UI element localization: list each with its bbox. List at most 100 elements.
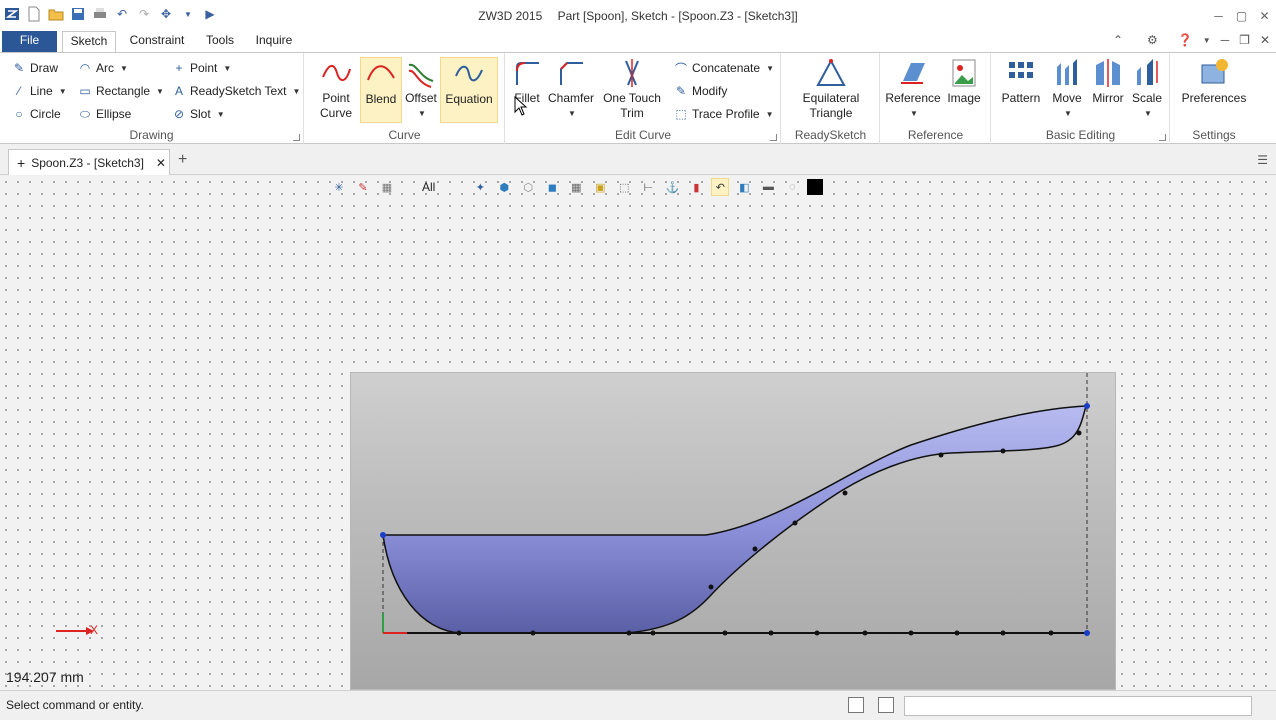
reference-image[interactable] [350, 372, 1116, 690]
render-mode-icon[interactable]: ⬢ [495, 178, 513, 196]
tab-inquire[interactable]: Inquire [248, 31, 300, 52]
view-plane-icon[interactable]: ◼ [543, 178, 561, 196]
equation-button[interactable]: Equation [440, 57, 498, 123]
move-dropdown-icon[interactable]: ▼ [1048, 106, 1088, 121]
status-message: Select command or entity. [6, 698, 144, 712]
document-tab[interactable]: + Spoon.Z3 - [Sketch3] ✕ [8, 149, 170, 175]
image-button[interactable]: Image [943, 57, 985, 106]
selection-icon[interactable]: ◌ [783, 178, 801, 196]
minimize-icon[interactable]: ─ [1207, 0, 1230, 31]
status-bar: Select command or entity. [0, 690, 1276, 720]
group-edit-curve-label: Edit Curve [614, 128, 672, 142]
doc-restore-icon[interactable]: ❐ [1239, 33, 1250, 47]
line-button[interactable]: ⁄ Line ▼ [12, 84, 67, 98]
command-panel-icon[interactable] [848, 697, 864, 713]
display-icon[interactable]: ▬ [759, 178, 777, 196]
tab-tools[interactable]: Tools [198, 31, 242, 52]
zoom-all-icon[interactable]: ▣ [591, 178, 609, 196]
offset-button[interactable]: Offset ▼ [403, 57, 439, 121]
layer-icon[interactable]: ◧ [735, 178, 753, 196]
help-dropdown-icon[interactable]: ▼ [1203, 36, 1211, 45]
equilateral-triangle-button[interactable]: Equilateral Triangle [788, 57, 874, 121]
readysketch-text-button[interactable]: A ReadySketch Text ▼ [172, 84, 300, 98]
eraser-icon[interactable]: ✎ [354, 178, 372, 196]
spoon-shape [382, 405, 1088, 634]
draw-button[interactable]: ✎ Draw [12, 61, 58, 75]
scale-button[interactable]: Scale ▼ [1128, 57, 1166, 121]
modify-button[interactable]: ✎ Modify [674, 84, 727, 98]
close-tab-icon[interactable]: ✕ [156, 156, 166, 170]
start-point [380, 532, 386, 538]
image-icon [952, 59, 976, 87]
rectangle-dropdown-icon[interactable]: ▼ [156, 87, 164, 96]
add-tab-icon[interactable]: + [178, 151, 187, 169]
pattern-button[interactable]: Pattern [996, 57, 1046, 106]
end-point [1084, 403, 1090, 409]
history-panel-icon[interactable] [878, 697, 894, 713]
line-dropdown-icon[interactable]: ▼ [59, 87, 67, 96]
circle-icon: ○ [15, 107, 23, 121]
curve-display-icon[interactable]: ↶ [711, 178, 730, 196]
preferences-button[interactable]: Preferences [1177, 57, 1251, 106]
trace-profile-button[interactable]: ⬚ Trace Profile ▼ [674, 107, 774, 121]
close-icon[interactable]: ✕ [1253, 0, 1276, 31]
window-title: ZW3D 2015 Part [Spoon], Sketch - [Spoon.… [0, 9, 1276, 23]
move-button[interactable]: Move ▼ [1046, 57, 1088, 121]
maximize-icon[interactable]: ▢ [1230, 0, 1253, 31]
grid-icon[interactable]: ▦ [567, 178, 585, 196]
chamfer-dropdown-icon[interactable]: ▼ [548, 106, 596, 121]
view-cube-icon[interactable]: ⬡ [519, 178, 537, 196]
reference-dropdown-icon[interactable]: ▼ [887, 106, 941, 121]
arc-button[interactable]: ◠ Arc ▼ [78, 61, 128, 75]
tab-file[interactable]: File [2, 31, 57, 52]
filter-select[interactable]: All [422, 180, 435, 194]
arc-dropdown-icon[interactable]: ▼ [120, 64, 128, 73]
readysketch-text-dropdown-icon[interactable]: ▼ [293, 87, 301, 96]
filter-icon[interactable]: ▦ [378, 178, 396, 196]
ribbon-tab-bar: File Sketch Constraint Tools Inquire ⌃ ⚙… [0, 31, 1276, 52]
trace-profile-dropdown-icon[interactable]: ▼ [766, 110, 774, 119]
slot-dropdown-icon[interactable]: ▼ [217, 110, 225, 119]
constraint-icon[interactable]: ⚓ [663, 178, 681, 196]
rectangle-button[interactable]: ▭ Rectangle ▼ [78, 84, 164, 98]
pick-filter-icon[interactable]: ✳ [330, 178, 348, 196]
command-input[interactable] [904, 696, 1252, 716]
trace-profile-icon: ⬚ [675, 107, 687, 121]
pattern-icon [1009, 62, 1033, 78]
slot-button[interactable]: ⊘ Slot ▼ [172, 107, 225, 121]
point-curve-button[interactable]: Point Curve [313, 57, 359, 121]
circle-button[interactable]: ○ Circle [12, 107, 60, 121]
collapse-ribbon-icon[interactable]: ⌃ [1113, 33, 1123, 47]
concatenate-dropdown-icon[interactable]: ▼ [766, 64, 774, 73]
sketch-canvas[interactable]: ✳ ✎ ▦ All ✦ ⬢ ⬡ ◼ ▦ ▣ ⬚ ⊢ ⚓ ▮ ↶ ◧ ▬ ◌ X … [0, 176, 1276, 690]
gear-icon[interactable]: ⚙ [1147, 33, 1158, 47]
zoom-window-icon[interactable]: ⬚ [615, 178, 633, 196]
tab-constraint[interactable]: Constraint [122, 31, 192, 52]
pencil-icon: ✎ [13, 61, 25, 75]
reference-button[interactable]: Reference ▼ [885, 57, 941, 121]
offset-dropdown-icon[interactable]: ▼ [405, 106, 439, 121]
triangle-icon [816, 58, 846, 86]
help-icon[interactable]: ❓ [1178, 33, 1193, 47]
basic-editing-launcher-icon[interactable] [1159, 134, 1166, 141]
blend-button[interactable]: Blend [360, 57, 402, 123]
scale-dropdown-icon[interactable]: ▼ [1130, 106, 1166, 121]
doc-close-icon[interactable]: ✕ [1260, 33, 1270, 47]
background-color-icon[interactable] [807, 179, 824, 195]
mirror-button[interactable]: Mirror [1088, 57, 1128, 106]
concatenate-button[interactable]: ⌒ Concatenate ▼ [674, 61, 774, 76]
doc-minimize-icon[interactable]: ─ [1221, 33, 1230, 47]
edit-curve-launcher-icon[interactable] [770, 134, 777, 141]
snap-icon[interactable]: ✦ [471, 178, 489, 196]
ellipse-button[interactable]: ⬭ Ellipse [78, 107, 131, 122]
point-button[interactable]: + Point ▼ [172, 61, 231, 75]
chamfer-button[interactable]: Chamfer ▼ [546, 57, 596, 121]
drawing-launcher-icon[interactable] [293, 134, 300, 141]
tab-list-menu-icon[interactable]: ☰ [1257, 153, 1268, 167]
one-touch-trim-button[interactable]: One Touch Trim [600, 57, 664, 121]
scale-icon [1137, 59, 1158, 85]
color-icon[interactable]: ▮ [687, 178, 705, 196]
dimension-icon[interactable]: ⊢ [639, 178, 657, 196]
tab-sketch[interactable]: Sketch [62, 31, 116, 52]
point-dropdown-icon[interactable]: ▼ [223, 64, 231, 73]
